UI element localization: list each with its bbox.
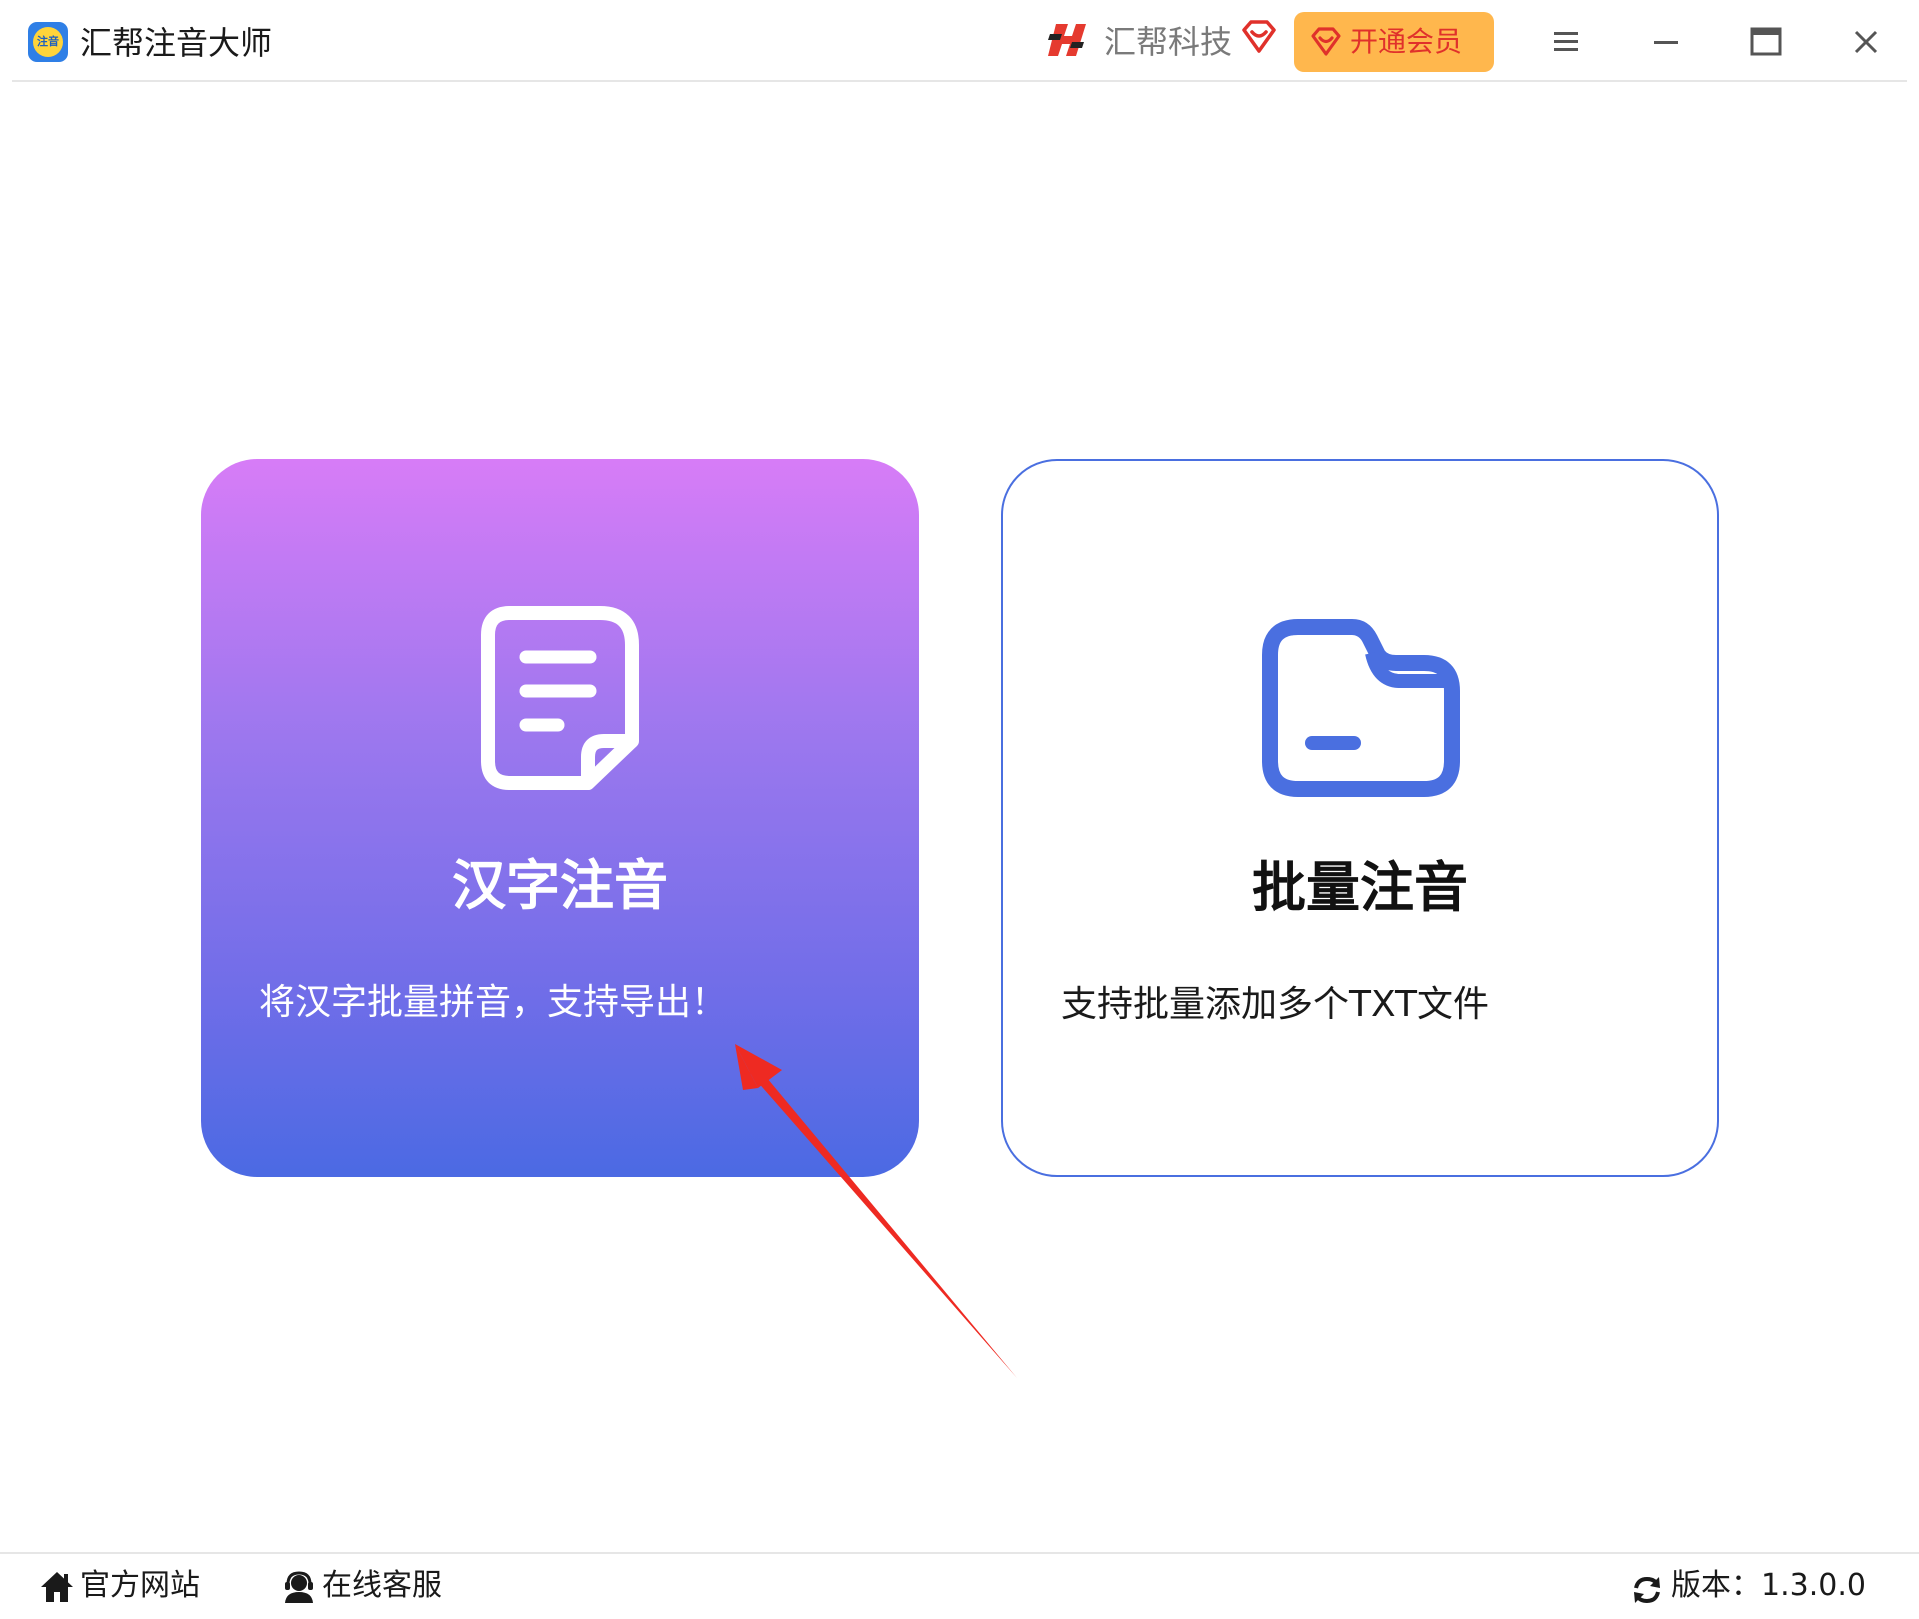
maximize-button[interactable] [1740, 16, 1792, 68]
app-title: 汇帮注音大师 [80, 24, 273, 62]
minimize-button[interactable] [1640, 16, 1692, 68]
vip-diamond-icon [1311, 27, 1341, 56]
open-membership-label: 开通会员 [1350, 25, 1463, 58]
status-bar: 官方网站 在线客服 版本：1.3.0.0 [0, 1552, 1919, 1619]
app-logo-text: 注音 [37, 35, 59, 48]
menu-button[interactable] [1540, 16, 1592, 68]
diamond-heart-icon[interactable] [1240, 18, 1278, 56]
batch-card-title: 批量注音 [1252, 856, 1468, 919]
close-icon [1854, 30, 1878, 54]
headset-user-icon [285, 1571, 313, 1603]
maximize-icon [1750, 27, 1782, 56]
open-membership-button[interactable]: 开通会员 [1294, 12, 1494, 72]
close-button[interactable] [1840, 16, 1892, 68]
home-icon [41, 1572, 73, 1602]
official-website-link[interactable]: 官方网站 [40, 1554, 220, 1619]
brand-name: 汇帮科技 [1104, 23, 1233, 61]
hanzi-annotation-card[interactable]: 汉字注音 将汉字批量拼音，支持导出！ [201, 459, 919, 1177]
app-logo-icon: 注音 [28, 22, 68, 62]
hanzi-card-title: 汉字注音 [452, 854, 668, 917]
app-window: 注音 汇帮注音大师 汇帮科技 开通会员 汉字注音 将汉字批量拼音，支持导出！ 批… [0, 0, 1919, 1619]
version-label: 版本：1.3.0.0 [1671, 1568, 1866, 1603]
document-icon [201, 605, 919, 795]
batch-card-description: 支持批量添加多个TXT文件 [1061, 984, 1490, 1025]
batch-annotation-card[interactable]: 批量注音 支持批量添加多个TXT文件 [1001, 459, 1719, 1177]
title-bar: 注音 汇帮注音大师 汇帮科技 开通会员 [12, 0, 1907, 82]
hamburger-menu-icon [1554, 32, 1578, 51]
folder-icon [1003, 619, 1717, 803]
online-support-label: 在线客服 [322, 1568, 442, 1603]
version-info: 版本：1.3.0.0 [1631, 1554, 1871, 1619]
hanzi-card-description: 将汉字批量拼音，支持导出！ [259, 982, 728, 1023]
online-support-link[interactable]: 在线客服 [282, 1554, 462, 1619]
brand-logo-icon [1048, 24, 1086, 56]
minimize-icon [1654, 41, 1678, 44]
official-website-label: 官方网站 [80, 1568, 200, 1603]
refresh-icon[interactable] [1631, 1574, 1663, 1606]
